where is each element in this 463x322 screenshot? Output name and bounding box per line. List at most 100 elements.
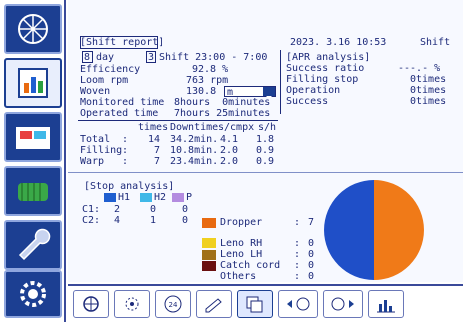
chart-report-icon xyxy=(18,68,48,98)
loom-rpm-label: Loom rpm xyxy=(80,75,129,86)
cell-value: 0 xyxy=(182,215,189,226)
row-label: Warp xyxy=(80,156,105,167)
category-label: Dropper xyxy=(220,217,263,228)
apr-title: [APR analysis] xyxy=(286,52,371,63)
pie-slice-warp xyxy=(324,180,374,280)
speed-button[interactable] xyxy=(114,290,150,318)
colon: : xyxy=(122,134,129,145)
sh-cell: 0.9 xyxy=(256,145,275,156)
sidebar-item-beam[interactable] xyxy=(4,166,62,216)
days-unit: day xyxy=(96,52,115,63)
category-label: Leno LH xyxy=(220,249,263,260)
sidebar-item-maintenance[interactable] xyxy=(4,220,62,270)
cell-value: 0 xyxy=(150,204,157,215)
legend-label: H2 xyxy=(154,192,167,203)
pie-slice-dropper xyxy=(374,180,424,280)
colon: : xyxy=(294,217,301,228)
arrow-left-icon xyxy=(287,297,310,311)
leno-rh-swatch xyxy=(202,238,216,248)
apr-label: Success ratio xyxy=(286,63,365,74)
apr-value: 0times xyxy=(410,96,447,107)
efficiency-label: Efficiency xyxy=(80,64,141,75)
colon: : xyxy=(294,238,301,249)
sh-cell: 1.8 xyxy=(256,134,275,145)
apr-label: Operation xyxy=(286,85,341,96)
row-label: C1: xyxy=(82,204,101,215)
legend-label: P xyxy=(186,192,193,203)
monitored-value: 8hours 0minutes xyxy=(174,97,271,108)
gear-icon xyxy=(20,281,46,307)
operated-value: 7hours 25minutes xyxy=(174,108,271,119)
category-value: 0 xyxy=(308,260,315,271)
colon: : xyxy=(294,260,301,271)
page-title: [Shift report] xyxy=(80,37,165,48)
cell-value: 2 xyxy=(114,204,121,215)
legend-swatch-h2 xyxy=(140,193,152,202)
loom-mode-icon xyxy=(83,296,99,312)
next-button[interactable] xyxy=(323,290,363,318)
colon: : xyxy=(122,156,129,167)
apr-value: 0times xyxy=(410,74,447,85)
shift-report-panel: [Shift report] 2023. 3.16 10:53 Shift 8 … xyxy=(68,0,463,282)
stop-analysis-title: [Stop analysis] xyxy=(84,181,175,192)
legend-label: H1 xyxy=(118,192,131,203)
copy-report-button[interactable] xyxy=(237,290,273,318)
woven-label: Woven xyxy=(80,86,111,97)
loom-mode-button[interactable] xyxy=(73,290,109,318)
bar-graph-icon xyxy=(377,300,395,313)
category-label: Others xyxy=(220,271,257,282)
row-label: Total xyxy=(80,134,111,145)
downtime-cell: 10.8min. xyxy=(170,145,219,156)
divider xyxy=(280,50,281,114)
col-header-downtime: Downtime xyxy=(170,122,219,133)
sidebar xyxy=(0,0,66,322)
colon: : xyxy=(122,145,129,156)
clock-24-icon: 24 xyxy=(164,295,182,313)
sidebar-item-machine[interactable] xyxy=(4,112,62,162)
divider xyxy=(78,120,278,121)
previous-button[interactable] xyxy=(278,290,318,318)
times-cell: 7 xyxy=(154,156,161,167)
row-label: C2: xyxy=(82,215,101,226)
apr-label: Filling stop xyxy=(286,74,359,85)
btn-24-label: 24 xyxy=(169,301,178,309)
times-cell: 7 xyxy=(154,145,161,156)
graph-button[interactable] xyxy=(368,290,404,318)
monitored-label: Monitored time xyxy=(80,97,165,108)
leno-lh-swatch xyxy=(202,250,216,260)
cell-value: 4 xyxy=(114,215,121,226)
times-cell: 14 xyxy=(148,134,161,145)
apr-value: 0times xyxy=(410,85,447,96)
dropper-swatch xyxy=(202,218,216,228)
sidebar-item-reports[interactable] xyxy=(4,58,62,108)
sidebar-item-loom[interactable] xyxy=(4,4,62,54)
colon: : xyxy=(294,271,301,282)
apr-value: ---.- % xyxy=(398,63,441,74)
beam-roll-icon xyxy=(18,183,48,201)
col-header-sh: s/h xyxy=(258,122,277,133)
row-label: Filling xyxy=(80,145,123,156)
col-header-scmpx: s/cmpx xyxy=(218,122,255,133)
scmpx-cell: 2.0 xyxy=(220,156,239,167)
downtime-cell: 34.2min. xyxy=(170,134,219,145)
chevron-down-icon xyxy=(263,87,275,99)
cell-value: 0 xyxy=(182,204,189,215)
wrench-icon xyxy=(18,228,51,261)
sidebar-item-settings[interactable] xyxy=(4,270,62,318)
screen: ! STOP [Shift report] 2023. 3.16 10:53 S… xyxy=(0,0,463,322)
scmpx-cell: 4.1 xyxy=(220,134,239,145)
copy-icon xyxy=(246,296,263,313)
colon: : xyxy=(294,249,301,260)
category-label: Leno RH xyxy=(220,238,263,249)
loom-rpm-value: 763 rpm xyxy=(186,75,229,86)
woven-unit-select[interactable]: m xyxy=(224,86,276,99)
mode-label: Shift xyxy=(420,37,451,48)
hours-24-button[interactable]: 24 xyxy=(155,290,191,318)
tool-button[interactable] xyxy=(196,290,232,318)
speed-icon xyxy=(125,297,139,311)
category-value: 0 xyxy=(308,238,315,249)
machine-icon xyxy=(16,127,50,149)
loom-icon xyxy=(18,14,48,44)
datetime: 2023. 3.16 10:53 xyxy=(290,37,387,48)
divider xyxy=(68,172,463,173)
